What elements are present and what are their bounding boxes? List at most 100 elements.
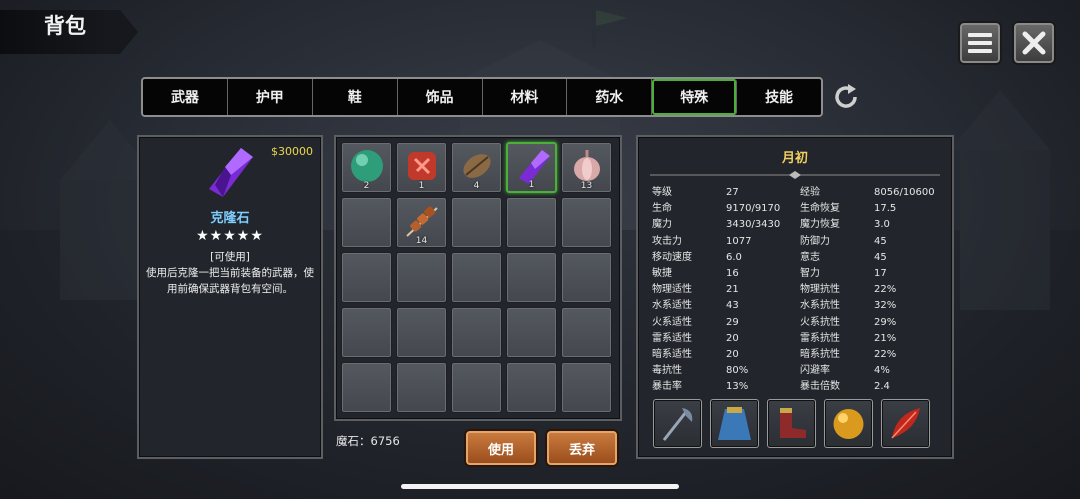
stat-label: 生命恢复: [800, 203, 840, 215]
inventory-slot[interactable]: [561, 362, 612, 413]
tab-materials[interactable]: 材料: [483, 79, 568, 115]
stat-row: 暗系适性 20 暗系抗性 22%: [652, 347, 942, 363]
stat-label: 等级: [652, 187, 672, 198]
stat-value: 29%: [874, 316, 897, 328]
use-button[interactable]: 使用: [466, 431, 536, 465]
inventory-slot[interactable]: [341, 307, 392, 358]
stat-label: 防御力: [800, 235, 830, 247]
inventory-slot[interactable]: 13: [561, 142, 612, 193]
inventory-slot[interactable]: [506, 362, 557, 413]
stat-row: 等级 27 经验 8056/10600: [652, 185, 942, 201]
inventory-slot[interactable]: [341, 252, 392, 303]
tab-shoes[interactable]: 鞋: [313, 79, 398, 115]
stat-value: 2.4: [874, 381, 890, 393]
green-orb-icon: [351, 150, 383, 182]
discard-button[interactable]: 丢弃: [547, 431, 617, 465]
tab-accessories[interactable]: 饰品: [398, 79, 483, 115]
stat-label: 生命: [652, 203, 672, 215]
slot-quantity: 14: [415, 236, 428, 246]
stat-label: 闪避率: [800, 365, 830, 377]
inventory-slot[interactable]: [451, 252, 502, 303]
inventory-slot[interactable]: [506, 252, 557, 303]
inventory-slot[interactable]: [396, 307, 447, 358]
stat-value: 4%: [874, 365, 890, 377]
home-indicator[interactable]: [401, 484, 679, 489]
inventory-slot-selected[interactable]: 1: [506, 142, 557, 193]
equip-slot-special[interactable]: [881, 399, 930, 448]
stat-value: 22%: [874, 349, 897, 361]
stat-value: 21%: [874, 332, 897, 344]
item-name: 克隆石: [210, 211, 250, 226]
stat-value: 8056/10600: [874, 187, 935, 198]
inventory-slot[interactable]: [341, 362, 392, 413]
inventory-slot[interactable]: 2: [341, 142, 392, 193]
inventory-slot[interactable]: [341, 197, 392, 248]
inventory-slot[interactable]: [396, 252, 447, 303]
tab-weapons[interactable]: 武器: [143, 79, 228, 115]
slot-quantity: 4: [473, 181, 480, 191]
menu-button[interactable]: [958, 21, 1002, 65]
stat-label: 移动速度: [652, 251, 692, 263]
item-detail-panel: $30000 克隆石 ★★★★★ [可使用] 使用后克隆一把当前装备的武器，使用…: [137, 135, 323, 459]
purple-crystal-icon: [209, 148, 253, 197]
inventory-slot[interactable]: 1: [396, 142, 447, 193]
stat-row: 雷系适性 20 雷系抗性 21%: [652, 331, 942, 347]
tab-potions[interactable]: 药水: [567, 79, 653, 115]
equip-slot-accessory[interactable]: [824, 399, 873, 448]
stat-value: 17: [874, 268, 887, 280]
tab-skills[interactable]: 技能: [737, 79, 821, 115]
refresh-icon[interactable]: [831, 82, 861, 112]
menu-icon: [968, 33, 992, 53]
tab-armor[interactable]: 护甲: [228, 79, 313, 115]
stat-label: 毒抗性: [652, 365, 682, 377]
stat-row: 火系适性 29 火系抗性 29%: [652, 315, 942, 331]
meat-skewer-icon: [406, 206, 438, 237]
tab-special[interactable]: 特殊: [652, 79, 738, 115]
stat-value: 13%: [726, 381, 749, 393]
stat-label: 敏捷: [652, 268, 672, 280]
inventory-slot[interactable]: [561, 307, 612, 358]
stat-row: 物理适性 21 物理抗性 22%: [652, 282, 942, 298]
red-feather-icon: [891, 408, 920, 439]
stat-value: 1077: [726, 235, 752, 247]
inventory-slot[interactable]: 4: [451, 142, 502, 193]
item-usable-label: [可使用]: [210, 251, 250, 263]
stat-value: 32%: [874, 300, 897, 312]
equip-slot-weapon[interactable]: [653, 399, 702, 448]
stat-label: 经验: [800, 187, 820, 198]
stat-label: 暗系适性: [652, 349, 692, 361]
equip-slot-boots[interactable]: [767, 399, 816, 448]
equip-slot-armor[interactable]: [710, 399, 759, 448]
stat-label: 攻击力: [652, 235, 682, 247]
stat-label: 物理适性: [652, 284, 692, 296]
inventory-slot[interactable]: [561, 252, 612, 303]
inventory-slot[interactable]: [506, 307, 557, 358]
stat-row: 魔力 3430/3430 魔力恢复 3.0: [652, 217, 942, 233]
stat-row: 毒抗性 80% 闪避率 4%: [652, 363, 942, 379]
stat-value: 45: [874, 251, 887, 263]
inventory-slot[interactable]: [561, 197, 612, 248]
inventory-slot[interactable]: [451, 197, 502, 248]
inventory-slot[interactable]: [451, 307, 502, 358]
inventory-slot[interactable]: [396, 362, 447, 413]
stat-value: 22%: [874, 284, 897, 296]
stat-value: 29: [726, 316, 739, 328]
stat-label: 水系抗性: [800, 300, 840, 312]
inventory-slot[interactable]: [451, 362, 502, 413]
stat-label: 雷系抗性: [800, 332, 840, 344]
item-rating-stars: ★★★★★: [196, 228, 264, 244]
page-title: 背包: [44, 14, 86, 38]
stat-row: 敏捷 16 智力 17: [652, 266, 942, 282]
brown-seed-icon: [463, 154, 491, 178]
stat-label: 物理抗性: [800, 284, 840, 296]
close-button[interactable]: [1012, 21, 1056, 65]
inventory-slot[interactable]: 14: [396, 197, 447, 248]
stat-value: 3.0: [874, 219, 890, 231]
inventory-slot[interactable]: [506, 197, 557, 248]
stat-row: 攻击力 1077 防御力 45: [652, 234, 942, 250]
slot-quantity: 1: [528, 180, 535, 190]
equipment-row: [653, 399, 930, 448]
slot-quantity: 13: [580, 181, 593, 191]
inventory-panel: 2 1 4 1 13 14: [334, 135, 622, 421]
character-name: 月初: [781, 151, 808, 166]
